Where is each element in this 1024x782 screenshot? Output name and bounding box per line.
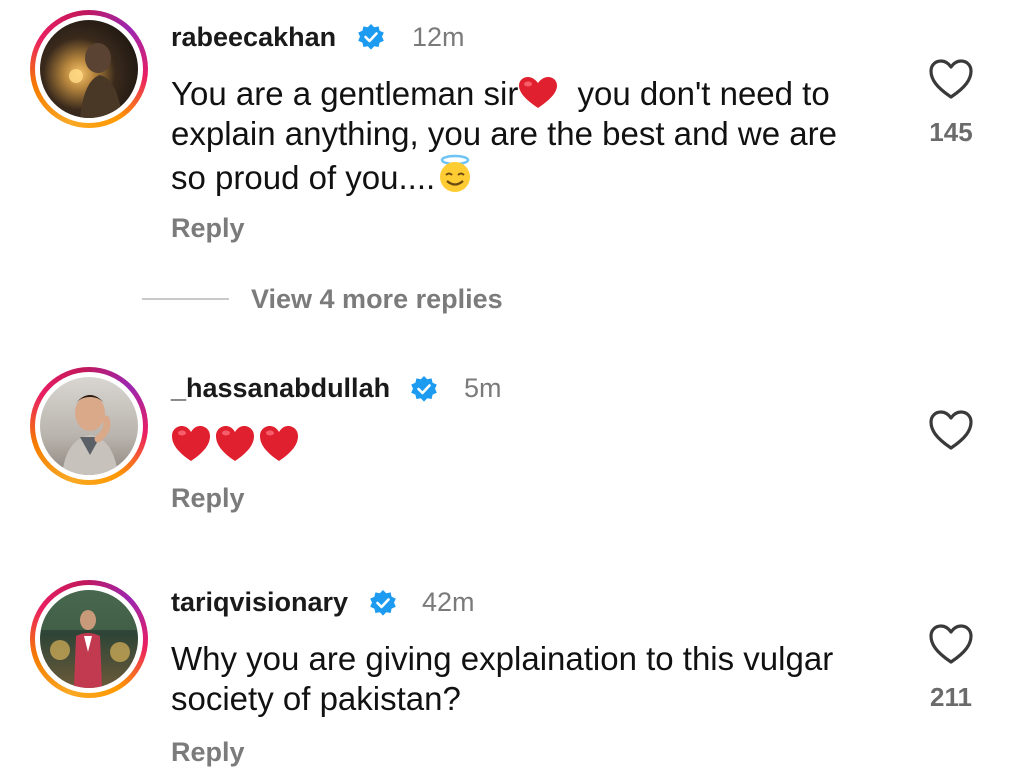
heart-outline-icon[interactable] [928,57,974,101]
comment-text: Why you are giving explaination to this … [171,639,891,719]
avatar [40,377,138,475]
comment-time: 12m [412,22,465,52]
heart-outline-icon[interactable] [928,408,974,452]
comment-text-line: society of pakistan? [171,680,461,717]
comment-time: 5m [464,373,502,403]
comment-text-part: you don't need to [577,75,830,112]
comment-text-part: You are a gentleman sir [171,75,519,112]
comment-text-part: so proud of you.... [171,159,436,196]
red-heart-emoji [172,426,298,461]
comment-text-line: explain anything, you are the best and w… [171,115,837,152]
like-count: 145 [929,117,973,147]
username[interactable]: _hassanabdullah [171,373,390,404]
username[interactable]: tariqvisionary [171,587,348,618]
divider [142,298,229,300]
avatar [40,20,138,118]
red-heart-emoji [519,77,558,108]
avatar [40,590,138,688]
verified-badge-icon [411,376,437,402]
smiling-face-with-halo-emoji [440,154,471,192]
comment-text: You are a gentleman sir you don't need t… [171,74,891,198]
avatar-story-ring[interactable] [30,10,148,128]
avatar-story-ring[interactable] [30,580,148,698]
comment-text-line: Why you are giving explaination to this … [171,640,834,677]
reply-button[interactable]: Reply [171,213,245,244]
comment-text [171,423,891,474]
avatar-story-ring[interactable] [30,367,148,485]
reply-button[interactable]: Reply [171,483,245,514]
heart-outline-icon[interactable] [928,622,974,666]
verified-badge-icon [370,590,396,616]
view-more-replies-button[interactable]: View 4 more replies [251,284,503,315]
username[interactable]: rabeecakhan [171,22,336,53]
reply-button[interactable]: Reply [171,737,245,768]
like-count: 211 [930,682,972,712]
comment-time: 42m [422,587,475,617]
verified-badge-icon [358,24,384,50]
